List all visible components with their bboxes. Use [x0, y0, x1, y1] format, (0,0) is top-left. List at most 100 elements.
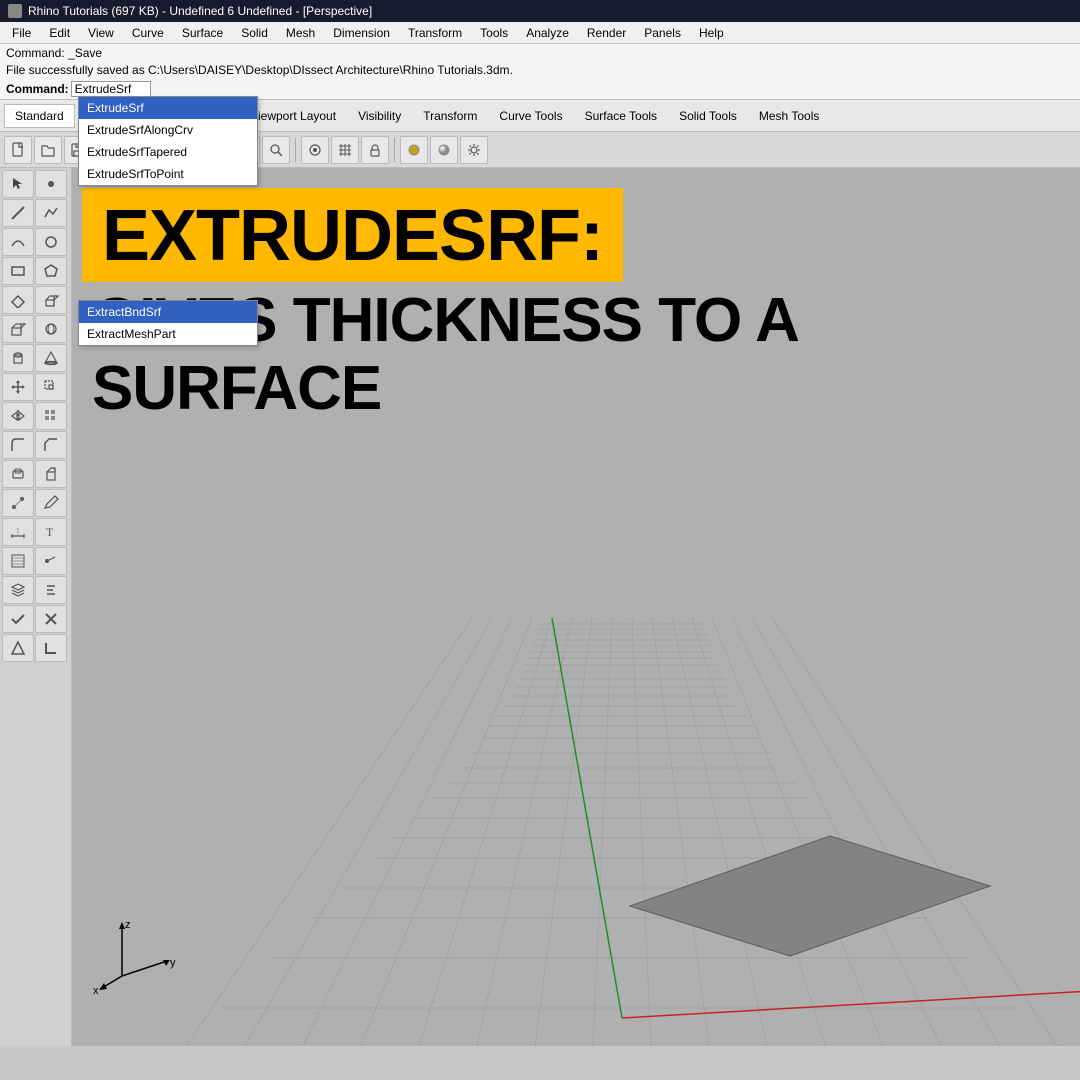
- menu-transform[interactable]: Transform: [400, 24, 470, 42]
- material-button[interactable]: [400, 136, 428, 164]
- triangle-icon[interactable]: [2, 634, 34, 662]
- dimension-icon[interactable]: [2, 518, 34, 546]
- autocomplete-item2-1[interactable]: ExtractMeshPart: [79, 323, 257, 345]
- menu-surface[interactable]: Surface: [174, 24, 231, 42]
- lock-button[interactable]: [361, 136, 389, 164]
- polyline-icon[interactable]: [35, 199, 67, 227]
- menu-tools[interactable]: Tools: [472, 24, 516, 42]
- new-button[interactable]: [4, 136, 32, 164]
- menu-panels[interactable]: Panels: [636, 24, 689, 42]
- sidebar-row-4: [2, 257, 69, 285]
- sidebar-row-13: T: [2, 518, 69, 546]
- corner-icon[interactable]: [35, 634, 67, 662]
- annotation-headline-text: EXTRUDESRF:: [102, 196, 603, 276]
- zoom-button[interactable]: [262, 136, 290, 164]
- edit-icon[interactable]: [35, 489, 67, 517]
- point-icon[interactable]: [35, 170, 67, 198]
- menu-dimension[interactable]: Dimension: [325, 24, 398, 42]
- annotation-icon[interactable]: [35, 547, 67, 575]
- toolbar-sep4: [394, 138, 395, 162]
- command-area: Command: _Save File successfully saved a…: [0, 44, 1080, 100]
- menu-render[interactable]: Render: [579, 24, 634, 42]
- menu-help[interactable]: Help: [691, 24, 732, 42]
- toolbar-sep3: [295, 138, 296, 162]
- menu-file[interactable]: File: [4, 24, 39, 42]
- layer-icon[interactable]: [2, 576, 34, 604]
- title-bar: Rhino Tutorials (697 KB) - Undefined 6 U…: [0, 0, 1080, 22]
- hatch-icon[interactable]: [2, 547, 34, 575]
- open-button[interactable]: [34, 136, 62, 164]
- properties-icon[interactable]: [35, 576, 67, 604]
- command-input-row[interactable]: Command: ExtrudeSrf: [6, 81, 1074, 97]
- svg-text:x: x: [93, 985, 99, 996]
- tab-transform[interactable]: Transform: [412, 104, 488, 128]
- tab-visibility[interactable]: Visibility: [347, 104, 412, 128]
- fillet-icon[interactable]: [2, 431, 34, 459]
- left-sidebar: T: [0, 168, 72, 1046]
- autocomplete-item-0[interactable]: ExtrudeSrf: [79, 97, 257, 119]
- cancel-icon[interactable]: [35, 605, 67, 633]
- menu-curve[interactable]: Curve: [124, 24, 172, 42]
- command-line2: File successfully saved as C:\Users\DAIS…: [6, 62, 1074, 79]
- move-icon[interactable]: [2, 373, 34, 401]
- tab-surface-tools[interactable]: Surface Tools: [574, 104, 669, 128]
- cylinder-icon[interactable]: [2, 344, 34, 372]
- tab-mesh-tools[interactable]: Mesh Tools: [748, 104, 830, 128]
- annotation-subtext2: SURFACE: [92, 354, 381, 423]
- sidebar-row-6: [2, 315, 69, 343]
- polygon-icon[interactable]: [35, 257, 67, 285]
- sidebar-row-3: [2, 228, 69, 256]
- group-icon[interactable]: [2, 460, 34, 488]
- autocomplete-item-3[interactable]: ExtrudeSrfToPoint: [79, 163, 257, 185]
- snap-button[interactable]: [301, 136, 329, 164]
- command-line1: Command: _Save: [6, 45, 1074, 62]
- select-mode-icon[interactable]: [2, 170, 34, 198]
- command-prompt-label: Command:: [6, 82, 69, 96]
- sidebar-row-11: [2, 460, 69, 488]
- sidebar-row-10: [2, 431, 69, 459]
- render-button[interactable]: [430, 136, 458, 164]
- tab-standard[interactable]: Standard: [4, 104, 75, 128]
- sidebar-row-1: [2, 170, 69, 198]
- autocomplete-item-1[interactable]: ExtrudeSrfAlongCrv: [79, 119, 257, 141]
- svg-text:z: z: [125, 919, 131, 931]
- line-icon[interactable]: [2, 199, 34, 227]
- sidebar-row-12: [2, 489, 69, 517]
- mirror-icon[interactable]: [2, 402, 34, 430]
- chamfer-icon[interactable]: [35, 431, 67, 459]
- autocomplete-dropdown2[interactable]: ExtractBndSrf ExtractMeshPart: [78, 300, 258, 346]
- menu-mesh[interactable]: Mesh: [278, 24, 323, 42]
- point-edit-icon[interactable]: [2, 489, 34, 517]
- svg-text:T: T: [46, 525, 54, 539]
- tab-curve-tools[interactable]: Curve Tools: [488, 104, 573, 128]
- box-icon[interactable]: [2, 315, 34, 343]
- tab-solid-tools[interactable]: Solid Tools: [668, 104, 748, 128]
- arc-icon[interactable]: [2, 228, 34, 256]
- autocomplete-item-2[interactable]: ExtrudeSrfTapered: [79, 141, 257, 163]
- sidebar-row-15: [2, 576, 69, 604]
- menu-edit[interactable]: Edit: [41, 24, 78, 42]
- array-icon[interactable]: [35, 402, 67, 430]
- settings-button[interactable]: [460, 136, 488, 164]
- autocomplete-dropdown[interactable]: ExtrudeSrf ExtrudeSrfAlongCrv ExtrudeSrf…: [78, 96, 258, 186]
- sidebar-row-14: [2, 547, 69, 575]
- menu-view[interactable]: View: [80, 24, 122, 42]
- block-icon[interactable]: [35, 460, 67, 488]
- sidebar-row-8: [2, 373, 69, 401]
- cone-icon[interactable]: [35, 344, 67, 372]
- command-prompt-value[interactable]: ExtrudeSrf: [71, 81, 151, 97]
- rectangle-icon[interactable]: [2, 257, 34, 285]
- scale-icon[interactable]: [35, 373, 67, 401]
- circle-icon[interactable]: [35, 228, 67, 256]
- extrude-icon[interactable]: [35, 286, 67, 314]
- text-icon[interactable]: T: [35, 518, 67, 546]
- sidebar-row-9: [2, 402, 69, 430]
- app-icon: [8, 4, 22, 18]
- grid-snap-button[interactable]: [331, 136, 359, 164]
- surface-icon[interactable]: [2, 286, 34, 314]
- autocomplete-item2-0[interactable]: ExtractBndSrf: [79, 301, 257, 323]
- menu-solid[interactable]: Solid: [233, 24, 276, 42]
- sphere-icon[interactable]: [35, 315, 67, 343]
- check-icon[interactable]: [2, 605, 34, 633]
- menu-analyze[interactable]: Analyze: [518, 24, 577, 42]
